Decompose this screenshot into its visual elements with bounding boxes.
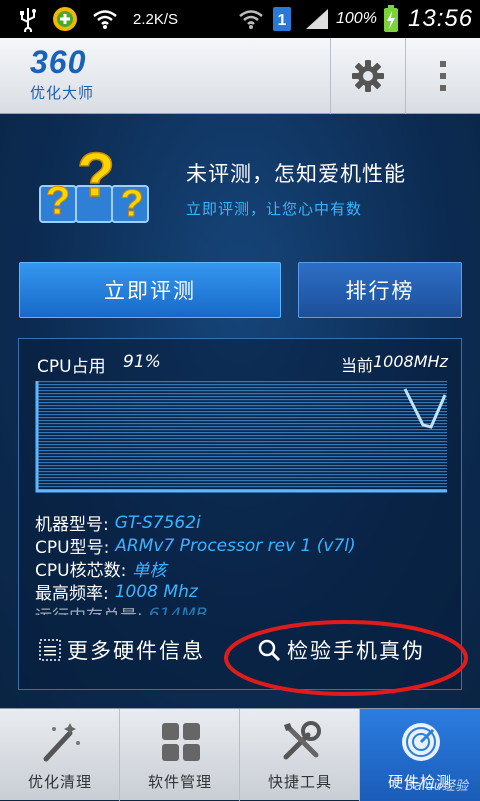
- nav-label: 快捷工具: [267, 773, 332, 791]
- info-key: 机器型号:: [35, 515, 109, 535]
- evaluate-now-button[interactable]: 立即评测: [19, 262, 281, 318]
- more-hardware-info-label: 更多硬件信息: [67, 639, 205, 663]
- main-content: ? ? ? 未评测，怎知爱机性能 立即评测，让您心中有数 立即评测 排行榜 CP…: [0, 114, 480, 708]
- sim-icon: 1: [270, 0, 294, 38]
- bottom-nav: 优化清理 软件管理 快捷工具 硬件检测 Baidu经验: [0, 708, 480, 801]
- nav-software-manage[interactable]: 软件管理: [120, 709, 240, 801]
- info-value: ARMv7 Processor rev 1 (v7l): [115, 535, 356, 556]
- settings-button[interactable]: [330, 38, 404, 114]
- cpu-usage-value: 91%: [123, 352, 161, 372]
- status-bar: 2.2K/S 1 100% 13:56: [0, 0, 480, 38]
- nav-quick-tools[interactable]: 快捷工具: [240, 709, 360, 801]
- svg-text:?: ?: [120, 183, 143, 225]
- wifi-icon: [90, 0, 120, 38]
- cpu-freq-value: 1008MHz: [373, 352, 448, 371]
- nav-label: 优化清理: [27, 773, 92, 791]
- red-circle-annotation: [224, 620, 468, 696]
- battery-charging-icon: [382, 0, 400, 38]
- cpu-usage-label: CPU占用: [37, 357, 106, 377]
- svg-text:1: 1: [278, 12, 287, 29]
- nav-optimize-clean[interactable]: 优化清理: [0, 709, 120, 801]
- info-row-cpu-model: CPU型号: ARMv7 Processor rev 1 (v7l): [35, 534, 447, 559]
- network-speed: 2.2K/S: [133, 10, 179, 28]
- info-row-ram: 运行内存总量: 614MB: [35, 602, 447, 616]
- watermark: Baidu经验: [405, 779, 468, 794]
- info-row-cpu-cores: CPU核芯数: 单核: [35, 557, 447, 581]
- logo-number: 360: [30, 44, 87, 80]
- svg-text:?: ?: [46, 179, 70, 223]
- svg-text:?: ?: [77, 141, 115, 210]
- nav-label: 软件管理: [147, 773, 212, 791]
- more-hardware-info-link[interactable]: 更多硬件信息: [39, 633, 205, 667]
- info-value: 单核: [132, 561, 167, 581]
- info-row-max-freq: 最高频率: 1008 Mhz: [35, 580, 447, 605]
- info-row-model: 机器型号: GT-S7562i: [35, 511, 447, 536]
- tools-icon: [283, 721, 321, 760]
- logo-text: 优化大师: [30, 84, 95, 102]
- info-key: CPU型号:: [35, 538, 110, 558]
- info-value: 1008 Mhz: [114, 581, 198, 602]
- app-header: 360 优化大师: [0, 38, 480, 114]
- info-value: 614MB: [148, 604, 208, 616]
- cpu-freq-label: 当前: [341, 356, 374, 375]
- hardware-info-list: 机器型号: GT-S7562i CPU型号: ARMv7 Processor r…: [35, 511, 447, 616]
- info-key: CPU核芯数:: [35, 561, 127, 581]
- eval-subline: 立即评测，让您心中有数: [186, 200, 363, 218]
- info-key: 运行内存总量:: [35, 602, 143, 615]
- grid-apps-icon: [162, 723, 200, 761]
- gear-icon: [351, 60, 384, 92]
- radar-icon: [402, 723, 440, 761]
- leaderboard-button[interactable]: 排行榜: [298, 262, 462, 318]
- list-icon: [39, 639, 61, 661]
- eval-headline: 未评测，怎知爱机性能: [186, 162, 406, 186]
- magic-wand-icon: [43, 723, 80, 762]
- info-value: GT-S7562i: [114, 512, 201, 533]
- info-key: 最高频率:: [35, 584, 109, 604]
- clock: 13:56: [408, 5, 474, 32]
- question-blocks-icon: ? ? ?: [39, 140, 149, 226]
- more-menu-button[interactable]: [405, 38, 479, 114]
- battery-percent: 100%: [336, 10, 377, 27]
- more-vertical-icon: [439, 61, 446, 91]
- wifi-signal-icon: [236, 0, 266, 38]
- usb-icon: [14, 0, 42, 38]
- cpu-usage-graph: [35, 381, 447, 493]
- app-notification-icon: [50, 0, 80, 38]
- cell-signal-icon: [302, 0, 332, 38]
